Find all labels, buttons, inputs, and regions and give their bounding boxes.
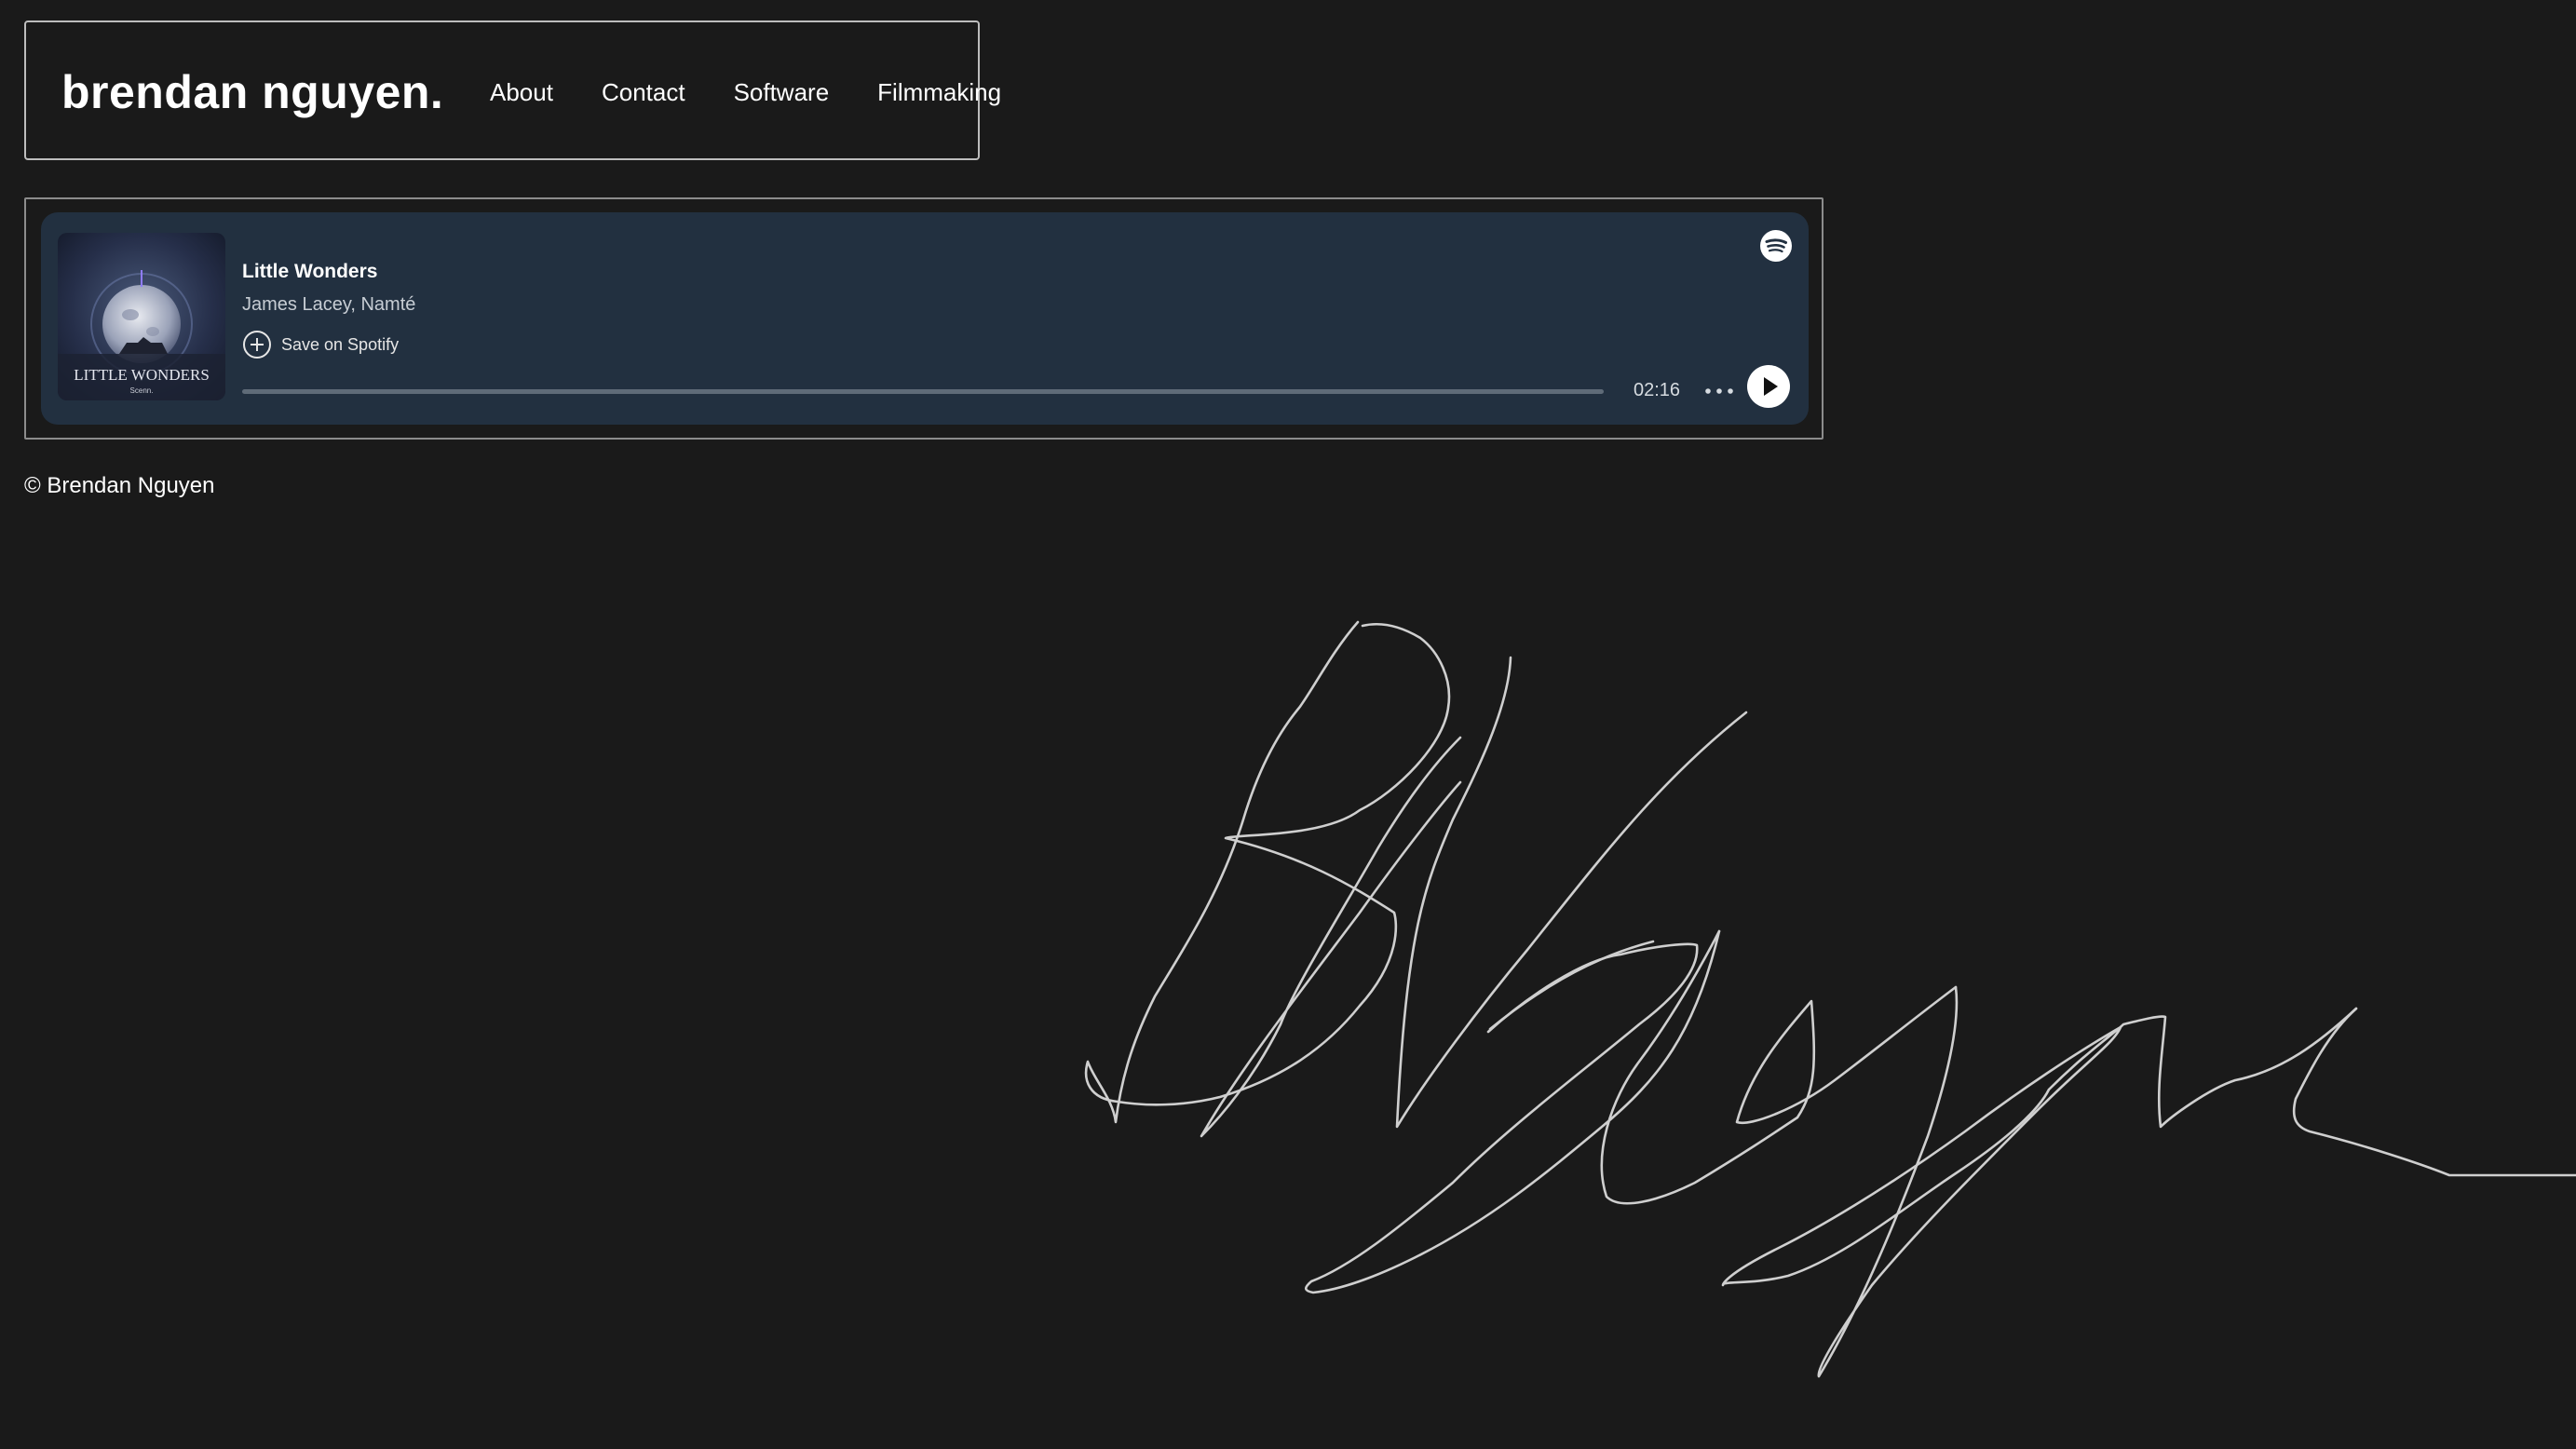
track-duration: 02:16 [1634, 380, 1681, 400]
page: brendan nguyen. About Contact Software F… [0, 0, 2576, 1449]
spotify-player: LITTLE WONDERS Scenn. Little Wonders Jam… [41, 212, 1809, 425]
nav-link-software[interactable]: Software [734, 78, 830, 107]
save-on-spotify-button[interactable]: Save on Spotify [242, 330, 399, 359]
save-on-spotify-label: Save on Spotify [281, 334, 400, 354]
spotify-embed-frame: LITTLE WONDERS Scenn. Little Wonders Jam… [24, 197, 1824, 440]
main-nav: About Contact Software Filmmaking [490, 22, 1001, 162]
more-options-icon[interactable] [1701, 374, 1738, 408]
nav-link-contact[interactable]: Contact [602, 78, 685, 107]
progress-bar[interactable] [242, 389, 1604, 394]
album-cover[interactable]: LITTLE WONDERS Scenn. [58, 233, 225, 400]
nav-link-filmmaking[interactable]: Filmmaking [877, 78, 1001, 107]
album-cover-label: Scenn. [130, 386, 154, 395]
spotify-logo-icon[interactable] [1759, 229, 1793, 263]
album-cover-title: LITTLE WONDERS [74, 366, 210, 384]
track-artists[interactable]: James Lacey, Namté [242, 294, 415, 316]
copyright-footer: © Brendan Nguyen [24, 473, 215, 498]
site-header: brendan nguyen. About Contact Software F… [24, 20, 1001, 162]
album-cover-art: LITTLE WONDERS Scenn. [58, 233, 225, 400]
plus-circle-icon [243, 331, 271, 359]
nav-link-about[interactable]: About [490, 78, 553, 107]
site-brand[interactable]: brendan nguyen. [61, 22, 443, 162]
play-icon[interactable] [1747, 365, 1790, 408]
track-title[interactable]: Little Wonders [242, 261, 377, 283]
